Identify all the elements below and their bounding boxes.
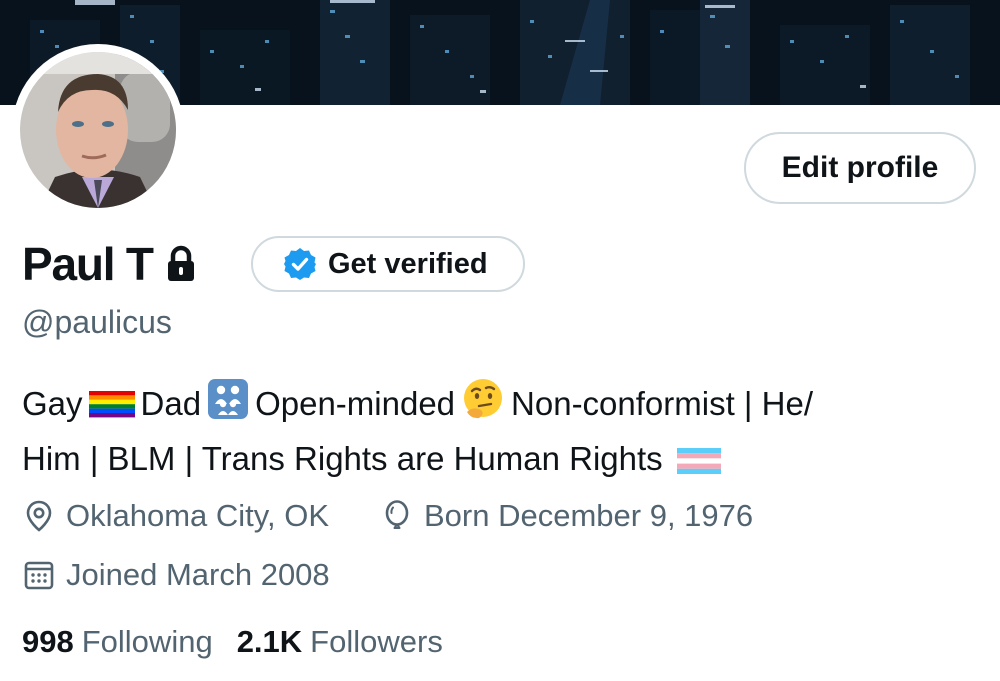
rainbow-flag-emoji <box>88 384 135 434</box>
transgender-flag-emoji <box>676 439 721 489</box>
edit-profile-button[interactable]: Edit profile <box>744 132 976 204</box>
bio-text: Open-minded <box>255 385 456 422</box>
bio-text: Gay <box>22 385 83 422</box>
profile-handle: @paulicus <box>22 304 172 340</box>
following-count: 998 <box>22 624 74 659</box>
joined-text: Joined March 2008 <box>66 557 330 592</box>
bio-text: Dad <box>140 385 202 422</box>
following-link[interactable]: 998 Following <box>22 624 213 660</box>
family-emoji <box>207 378 249 434</box>
followers-count: 2.1K <box>236 624 303 659</box>
bio-text: Non-conformist | He/ <box>511 385 814 422</box>
avatar[interactable] <box>12 44 184 216</box>
balloon-icon <box>385 500 409 529</box>
calendar-icon <box>24 561 54 590</box>
location-text: Oklahoma City, OK <box>66 498 330 533</box>
profile-birthday: Born December 9, 1976 <box>380 498 753 534</box>
bio-text: Him | BLM | Trans Rights are Human Right… <box>22 440 663 477</box>
profile-location: Oklahoma City, OK <box>22 498 329 534</box>
location-pin-icon <box>26 500 52 532</box>
bio-line: Him | BLM | Trans Rights are Human Right… <box>22 434 982 489</box>
bio-line: Gay Dad Open-minded Non-conformist | He/ <box>22 378 982 434</box>
profile-bio: Gay Dad Open-minded Non-conformist | He/… <box>22 378 982 489</box>
followers-link[interactable]: 2.1K Followers <box>237 624 443 660</box>
following-label: Following <box>81 624 213 659</box>
profile-joined: Joined March 2008 <box>22 557 330 593</box>
get-verified-button[interactable]: Get verified <box>251 236 525 292</box>
name-row: Paul T <box>22 232 197 296</box>
followers-label: Followers <box>310 624 443 659</box>
avatar-photo <box>20 52 176 208</box>
verified-badge-icon <box>283 247 317 281</box>
lock-icon <box>165 245 197 283</box>
get-verified-label: Get verified <box>328 247 488 280</box>
birthday-text: Born December 9, 1976 <box>424 498 754 533</box>
profile-stats: 998 Following 2.1K Followers <box>22 624 443 660</box>
thinking-face-emoji <box>461 378 505 434</box>
display-name: Paul T <box>22 238 154 290</box>
